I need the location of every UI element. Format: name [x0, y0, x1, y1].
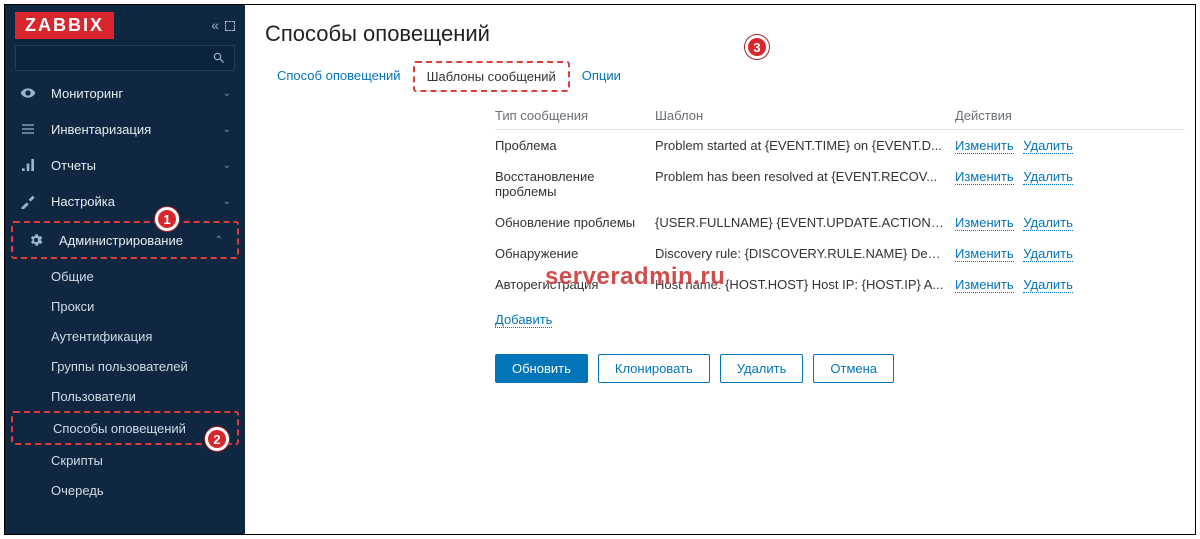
cell-type: Авторегистрация: [495, 269, 655, 300]
logo-row: ZABBIX «: [5, 5, 245, 45]
edit-link[interactable]: Изменить: [955, 246, 1014, 262]
sub-queue[interactable]: Очередь: [5, 475, 245, 505]
add-template-link[interactable]: Добавить: [495, 312, 552, 328]
edit-link[interactable]: Изменить: [955, 277, 1014, 293]
chevron-down-icon: ⌄: [223, 196, 231, 207]
sidebar: ZABBIX « Мониторинг ⌄ Инвентаризация ⌄ О…: [5, 5, 245, 534]
sub-label: Общие: [51, 269, 94, 284]
cell-template: Problem has been resolved at {EVENT.RECO…: [655, 161, 955, 207]
bar-chart-icon: [19, 156, 37, 174]
page-title: Способы оповещений: [265, 21, 1175, 47]
nav-label: Инвентаризация: [51, 122, 151, 137]
edit-link[interactable]: Изменить: [955, 169, 1014, 185]
delete-link[interactable]: Удалить: [1023, 169, 1073, 185]
tabs: Способ оповещений Шаблоны сообщений Опци…: [265, 61, 1175, 92]
edit-link[interactable]: Изменить: [955, 215, 1014, 231]
table-row-add: Добавить: [495, 300, 1185, 336]
cell-type: Обнаружение: [495, 238, 655, 269]
sub-scripts[interactable]: Скрипты: [5, 445, 245, 475]
table-row: Обнаружение Discovery rule: {DISCOVERY.R…: [495, 238, 1185, 269]
col-template: Шаблон: [655, 102, 955, 130]
nav-configuration[interactable]: Настройка ⌄: [5, 183, 245, 219]
chevron-down-icon: ⌄: [223, 160, 231, 171]
col-type: Тип сообщения: [495, 102, 655, 130]
chevron-down-icon: ⌄: [223, 124, 231, 135]
cell-template: Problem started at {EVENT.TIME} on {EVEN…: [655, 130, 955, 162]
sub-proxies[interactable]: Прокси: [5, 291, 245, 321]
update-button[interactable]: Обновить: [495, 354, 588, 383]
nav-label: Администрирование: [59, 233, 183, 248]
chevron-up-icon: ⌃: [215, 235, 223, 246]
callout-badge-1: 1: [155, 207, 179, 231]
sub-general[interactable]: Общие: [5, 261, 245, 291]
nav-label: Отчеты: [51, 158, 96, 173]
table-row: Проблема Problem started at {EVENT.TIME}…: [495, 130, 1185, 162]
nav-administration[interactable]: Администрирование ⌃: [13, 223, 237, 257]
cell-type: Восстановление проблемы: [495, 161, 655, 207]
tab-options[interactable]: Опции: [570, 62, 633, 92]
eye-icon: [19, 84, 37, 102]
edit-link[interactable]: Изменить: [955, 138, 1014, 154]
list-icon: [19, 120, 37, 138]
sub-media-types[interactable]: Способы оповещений: [13, 413, 237, 443]
nav-label: Настройка: [51, 194, 115, 209]
col-actions: Действия: [955, 102, 1185, 130]
kiosk-icon[interactable]: [225, 21, 235, 31]
nav-label: Мониторинг: [51, 86, 123, 101]
gear-icon: [27, 231, 45, 249]
message-templates-table: Тип сообщения Шаблон Действия Проблема P…: [495, 102, 1185, 336]
callout-badge-2: 2: [205, 427, 229, 451]
sub-label: Аутентификация: [51, 329, 152, 344]
cancel-button[interactable]: Отмена: [813, 354, 894, 383]
tab-media-type[interactable]: Способ оповещений: [265, 62, 413, 92]
tab-message-templates[interactable]: Шаблоны сообщений: [413, 61, 570, 92]
main-content: Способы оповещений Способ оповещений Шаб…: [245, 5, 1195, 534]
sub-users[interactable]: Пользователи: [5, 381, 245, 411]
sub-label: Способы оповещений: [53, 421, 186, 436]
table-row: Восстановление проблемы Problem has been…: [495, 161, 1185, 207]
nav-monitoring[interactable]: Мониторинг ⌄: [5, 75, 245, 111]
cell-template: Host name: {HOST.HOST} Host IP: {HOST.IP…: [655, 269, 955, 300]
cell-type: Проблема: [495, 130, 655, 162]
clone-button[interactable]: Клонировать: [598, 354, 710, 383]
sidebar-toggle[interactable]: «: [211, 17, 235, 33]
search-input[interactable]: [15, 45, 235, 71]
sub-authentication[interactable]: Аутентификация: [5, 321, 245, 351]
wrench-icon: [19, 192, 37, 210]
delete-link[interactable]: Удалить: [1023, 215, 1073, 231]
button-row: Обновить Клонировать Удалить Отмена: [495, 354, 1175, 383]
cell-type: Обновление проблемы: [495, 207, 655, 238]
delete-link[interactable]: Удалить: [1023, 277, 1073, 293]
callout-badge-3: 3: [745, 35, 769, 59]
sub-label: Скрипты: [51, 453, 103, 468]
chevron-down-icon: ⌄: [223, 88, 231, 99]
sub-label: Очередь: [51, 483, 104, 498]
delete-button[interactable]: Удалить: [720, 354, 804, 383]
sub-label: Группы пользователей: [51, 359, 188, 374]
cell-template: Discovery rule: {DISCOVERY.RULE.NAME} De…: [655, 238, 955, 269]
logo: ZABBIX: [15, 12, 114, 39]
table-row: Авторегистрация Host name: {HOST.HOST} H…: [495, 269, 1185, 300]
callout-box-admin: Администрирование ⌃: [11, 221, 239, 259]
table-row: Обновление проблемы {USER.FULLNAME} {EVE…: [495, 207, 1185, 238]
search-icon: [212, 51, 226, 65]
sub-user-groups[interactable]: Группы пользователей: [5, 351, 245, 381]
sub-label: Прокси: [51, 299, 94, 314]
delete-link[interactable]: Удалить: [1023, 138, 1073, 154]
nav-reports[interactable]: Отчеты ⌄: [5, 147, 245, 183]
nav-inventory[interactable]: Инвентаризация ⌄: [5, 111, 245, 147]
delete-link[interactable]: Удалить: [1023, 246, 1073, 262]
sub-label: Пользователи: [51, 389, 136, 404]
cell-template: {USER.FULLNAME} {EVENT.UPDATE.ACTION} ..…: [655, 207, 955, 238]
